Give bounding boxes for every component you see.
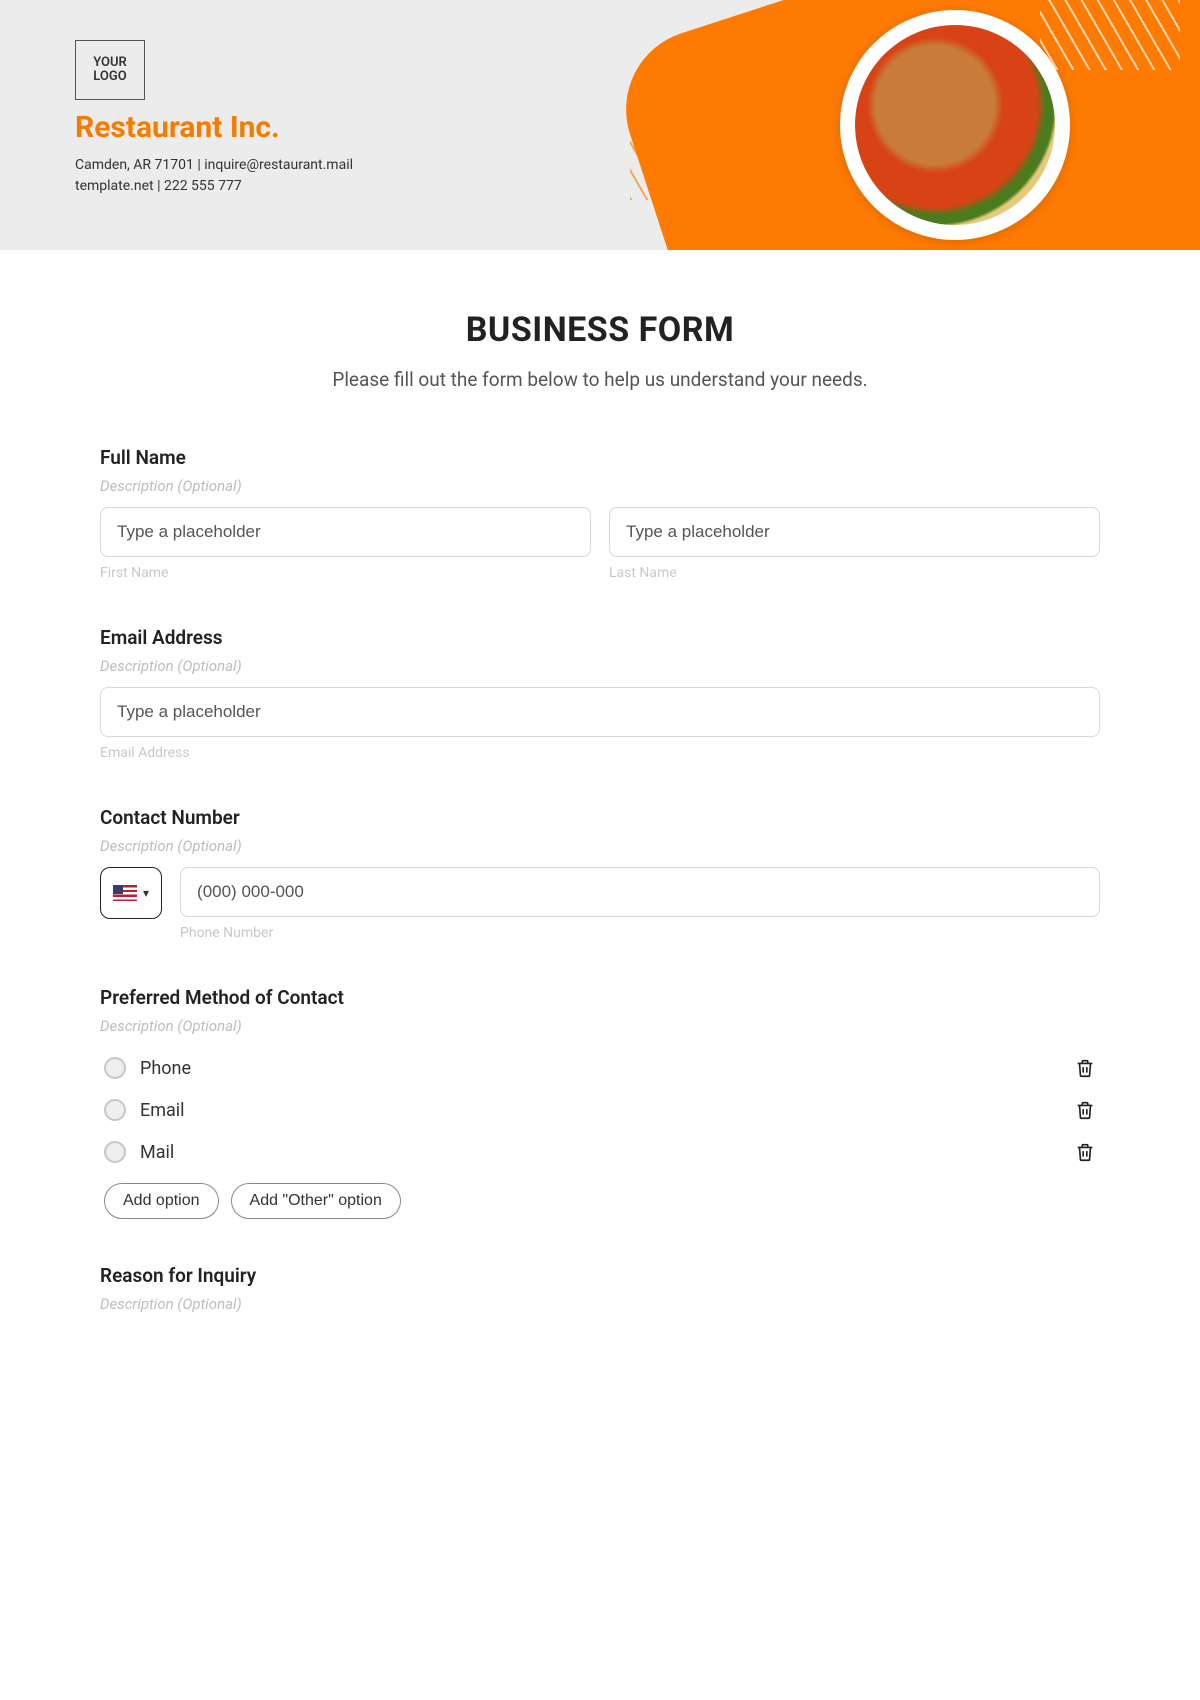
trash-icon[interactable] bbox=[1074, 1057, 1096, 1079]
radio-email[interactable] bbox=[104, 1099, 126, 1121]
last-name-input[interactable] bbox=[609, 507, 1100, 557]
trash-icon[interactable] bbox=[1074, 1099, 1096, 1121]
field-email: Email Address Description (Optional) Ema… bbox=[100, 626, 1100, 761]
first-name-sublabel: First Name bbox=[100, 565, 591, 581]
radio-mail[interactable] bbox=[104, 1141, 126, 1163]
country-code-selector[interactable]: ▾ bbox=[100, 867, 162, 919]
full-name-desc[interactable]: Description (Optional) bbox=[100, 477, 1100, 495]
contact-method-label: Preferred Method of Contact bbox=[100, 986, 1100, 1009]
food-image-inner bbox=[855, 25, 1055, 225]
contact-method-desc[interactable]: Description (Optional) bbox=[100, 1017, 1100, 1035]
email-sublabel: Email Address bbox=[100, 745, 1100, 761]
decorative-hatch bbox=[630, 80, 830, 200]
add-option-button[interactable]: Add option bbox=[104, 1183, 219, 1219]
phone-desc[interactable]: Description (Optional) bbox=[100, 837, 1100, 855]
last-name-sublabel: Last Name bbox=[609, 565, 1100, 581]
header-banner: YOUR LOGO Restaurant Inc. Camden, AR 717… bbox=[0, 0, 1200, 250]
form-subtitle: Please fill out the form below to help u… bbox=[100, 368, 1100, 391]
field-full-name: Full Name Description (Optional) First N… bbox=[100, 446, 1100, 581]
chevron-down-icon: ▾ bbox=[143, 886, 149, 900]
option-label-phone[interactable]: Phone bbox=[140, 1058, 191, 1079]
reason-label: Reason for Inquiry bbox=[100, 1264, 1100, 1287]
phone-label: Contact Number bbox=[100, 806, 1100, 829]
full-name-label: Full Name bbox=[100, 446, 1100, 469]
reason-desc[interactable]: Description (Optional) bbox=[100, 1295, 1100, 1313]
field-phone: Contact Number Description (Optional) ▾ … bbox=[100, 806, 1100, 941]
field-reason: Reason for Inquiry Description (Optional… bbox=[100, 1264, 1100, 1313]
form-title: BUSINESS FORM bbox=[100, 310, 1100, 350]
email-label: Email Address bbox=[100, 626, 1100, 649]
decorative-hatch-light bbox=[1040, 0, 1180, 70]
option-row-phone: Phone bbox=[100, 1047, 1100, 1089]
option-label-mail[interactable]: Mail bbox=[140, 1142, 174, 1163]
us-flag-icon bbox=[113, 885, 137, 901]
option-label-email[interactable]: Email bbox=[140, 1100, 185, 1121]
form-container: BUSINESS FORM Please fill out the form b… bbox=[0, 250, 1200, 1365]
option-row-mail: Mail bbox=[100, 1131, 1100, 1173]
option-row-email: Email bbox=[100, 1089, 1100, 1131]
field-contact-method: Preferred Method of Contact Description … bbox=[100, 986, 1100, 1219]
first-name-input[interactable] bbox=[100, 507, 591, 557]
email-input[interactable] bbox=[100, 687, 1100, 737]
trash-icon[interactable] bbox=[1074, 1141, 1096, 1163]
logo-placeholder: YOUR LOGO bbox=[75, 40, 145, 100]
phone-sublabel: Phone Number bbox=[180, 925, 1100, 941]
email-desc[interactable]: Description (Optional) bbox=[100, 657, 1100, 675]
phone-input[interactable] bbox=[180, 867, 1100, 917]
radio-phone[interactable] bbox=[104, 1057, 126, 1079]
food-image bbox=[840, 10, 1070, 240]
add-other-option-button[interactable]: Add "Other" option bbox=[231, 1183, 401, 1219]
